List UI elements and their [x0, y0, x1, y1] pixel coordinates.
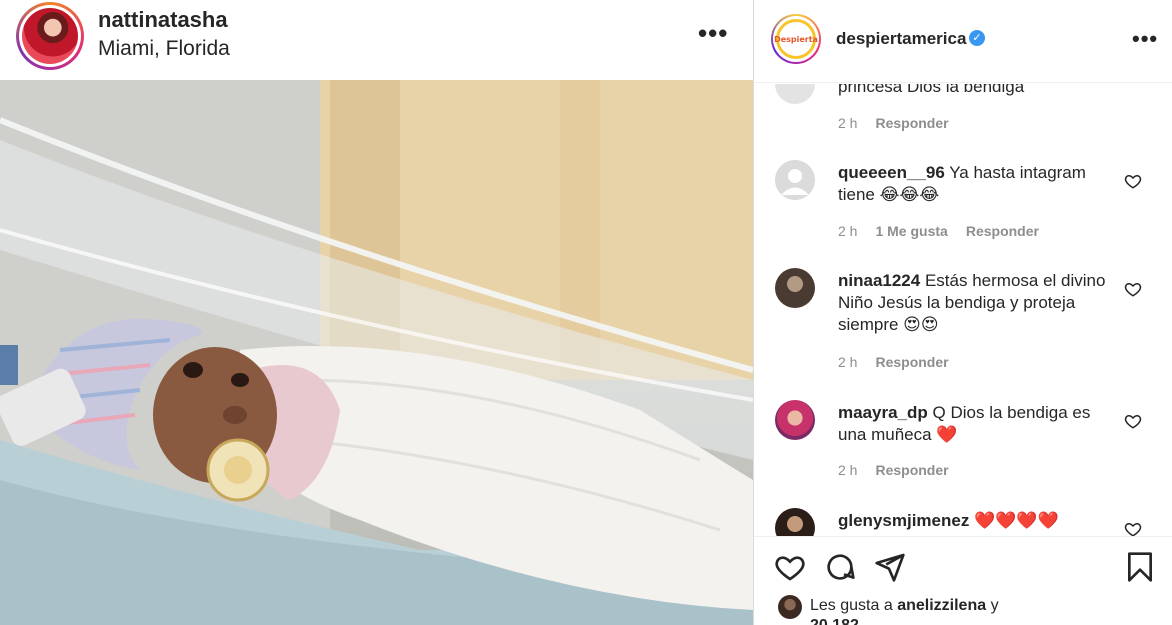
comment-text: princesa Dios la bendiga — [838, 84, 1114, 98]
comment-text: ninaa1224 Estás hermosa el divino Niño J… — [838, 270, 1114, 336]
comments-list[interactable]: princesa Dios la bendiga 2 h Responder qu… — [754, 84, 1172, 536]
commenter-username[interactable]: queeeen__96 — [838, 163, 945, 182]
more-horizontal-icon[interactable]: ••• — [698, 18, 728, 49]
comment-time[interactable]: 2 h — [838, 223, 857, 239]
comment-time[interactable]: 2 h — [838, 462, 857, 478]
comment-likes[interactable]: 1 Me gusta — [875, 223, 947, 239]
post-pane: nattinatasha Miami, Florida ••• — [0, 0, 753, 625]
commenter-avatar[interactable] — [775, 268, 815, 308]
bookmark-icon[interactable] — [1124, 551, 1156, 583]
comment-meta: 2 h 1 Me gusta Responder — [838, 223, 1057, 239]
commenter-avatar[interactable] — [775, 160, 815, 200]
likes-count[interactable]: 20.182 ... — [810, 617, 877, 625]
liker-username[interactable]: anelizzilena — [897, 597, 986, 614]
commenter-avatar[interactable] — [775, 508, 815, 536]
post-header: nattinatasha Miami, Florida ••• — [0, 0, 753, 80]
liker-avatar[interactable] — [778, 595, 802, 619]
instagram-post-modal: nattinatasha Miami, Florida ••• Despiert… — [0, 0, 1172, 625]
panel-username[interactable]: despiertamerica — [836, 29, 966, 49]
reply-button[interactable]: Responder — [875, 354, 948, 370]
verified-badge-icon: ✓ — [969, 30, 985, 46]
commenter-username[interactable]: maayra_dp — [838, 403, 928, 422]
author-username[interactable]: nattinatasha — [98, 7, 228, 33]
reply-button[interactable]: Responder — [966, 223, 1039, 239]
likes-summary: Les gusta a anelizzilena y — [810, 597, 999, 615]
author-avatar[interactable] — [16, 2, 84, 70]
likes-suffix: y — [990, 597, 999, 614]
comment-body: princesa Dios la bendiga — [838, 84, 1025, 96]
panel-avatar-logo-text: Despierta — [774, 34, 818, 44]
heart-icon[interactable] — [774, 551, 806, 583]
reply-button[interactable]: Responder — [875, 115, 948, 131]
commenter-avatar[interactable] — [775, 84, 815, 104]
commenter-username[interactable]: ninaa1224 — [838, 271, 920, 290]
comment-meta: 2 h Responder — [838, 115, 967, 131]
comment-meta: 2 h Responder — [838, 462, 967, 478]
commenter-username[interactable]: glenysmjimenez — [838, 511, 969, 530]
reply-button[interactable]: Responder — [875, 462, 948, 478]
heart-icon[interactable] — [1124, 412, 1142, 430]
comment-meta: 2 h Responder — [838, 354, 967, 370]
post-photo — [0, 80, 753, 625]
commenter-avatar[interactable] — [775, 400, 815, 440]
heart-icon[interactable] — [1124, 280, 1142, 298]
post-location[interactable]: Miami, Florida — [98, 37, 230, 61]
comment-time[interactable]: 2 h — [838, 115, 857, 131]
baby-in-bassinet-photo — [0, 80, 753, 625]
comment-time[interactable]: 2 h — [838, 354, 857, 370]
more-horizontal-icon[interactable]: ••• — [1132, 26, 1158, 52]
comment-text: glenysmjimenez ❤️❤️❤️❤️ — [838, 510, 1114, 532]
heart-icon[interactable] — [1124, 520, 1142, 536]
send-icon[interactable] — [874, 551, 906, 583]
comment-text: queeeen__96 Ya hasta intagram tiene 😂😂😂 — [838, 162, 1114, 206]
comments-pane: Despierta despiertamerica ✓ ••• princesa… — [753, 0, 1172, 625]
comment-text: maayra_dp Q Dios la bendiga es una muñec… — [838, 402, 1114, 446]
panel-avatar[interactable]: Despierta — [771, 14, 821, 64]
comment-icon[interactable] — [824, 551, 856, 583]
post-actions-bar: Les gusta a anelizzilena y 20.182 ... — [754, 536, 1172, 625]
heart-icon[interactable] — [1124, 172, 1142, 190]
likes-prefix: Les gusta a — [810, 597, 893, 614]
panel-header: Despierta despiertamerica ✓ ••• — [754, 0, 1172, 83]
comment-body: ❤️❤️❤️❤️ — [974, 511, 1059, 530]
